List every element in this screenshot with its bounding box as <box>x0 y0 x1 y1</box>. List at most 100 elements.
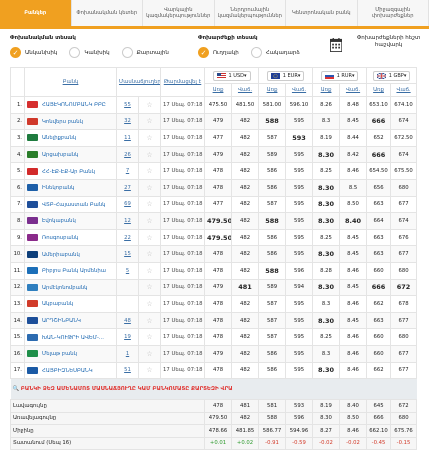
bank-name-cell[interactable]: Կոնվերս բանկ <box>24 112 117 131</box>
bank-name-cell[interactable]: ՎՏԲ-Հայաստան Բանկ <box>24 195 117 214</box>
tab-6[interactable]: Միջազգային փոխարժեքներ <box>357 0 429 26</box>
currency-selector-eur[interactable]: 1 EUR ▾ <box>258 67 314 84</box>
branches-count[interactable] <box>116 295 139 313</box>
branches-count[interactable]: 15 <box>116 245 139 263</box>
bank-column-header[interactable]: Բանկ <box>24 67 117 97</box>
branches-count[interactable]: 48 <box>116 311 139 330</box>
tab-3[interactable]: Վարկային կազմակերպություններ <box>143 0 215 26</box>
favorite-star-icon[interactable]: ☆ <box>137 311 162 330</box>
bank-name-cell[interactable]: ՀԱՅԷԿՈՆՈՄԲԱՆԿ ԲԲԸ <box>24 96 117 114</box>
favorite-star-icon[interactable]: ☆ <box>137 162 162 180</box>
calculator-link[interactable]: Փոխարժեքների հեշտ հաշվարկ <box>330 35 429 53</box>
rate-type-option-1[interactable]: ✓ Ուղղակի <box>198 47 239 58</box>
currency-dropdown[interactable]: 1 EUR ▾ <box>266 70 305 81</box>
table-row[interactable]: 10. Ամերիաբանկ 15 ☆ 17 Սեպ. 07:18 478 482 586 59… <box>10 245 418 263</box>
table-row[interactable]: 8. Էվոկաբանկ 12 ☆ 17 Սեպ. 07:18 479.50 482 588 5… <box>10 212 418 230</box>
bank-name-cell[interactable]: ՀՀ-ԷՔ-ԷՔ-Ար Բանկ <box>24 162 117 180</box>
map-link-text[interactable]: ԲԱՆԿԻ ՁԵԶ ԱՄԵՆԱՄՈՏ ՄԱՍՆԱՃՅՈՒՂԸ ԿԱՄ ԲԱՆԿՈ… <box>21 386 233 392</box>
table-row[interactable]: 16. Մելաթ բանկ 1 ☆ 17 Սեպ. 07:18 479 482 586 595… <box>10 344 418 363</box>
favorite-star-icon[interactable]: ☆ <box>137 112 162 131</box>
table-row[interactable]: 6. Ինեկոբանկ 27 ☆ 17 Սեպ. 07:18 478 482 586 595 8… <box>10 178 418 197</box>
currency-dropdown[interactable]: 1 USD ▾ <box>212 70 251 81</box>
tab-1[interactable]: Բանկեր <box>0 0 72 26</box>
tab-5[interactable]: Կենտրոնական բանկ <box>286 0 358 26</box>
sell-column-header[interactable]: Վաճ. <box>285 83 314 97</box>
favorite-star-icon[interactable]: ☆ <box>137 295 162 313</box>
table-row[interactable]: 11. Բիբլոս Բանկ Արմենիա 5 ☆ 17 Սեպ. 07:18 478… <box>10 261 418 280</box>
buy-column-header[interactable]: Առք <box>366 83 392 97</box>
tab-4[interactable]: Ներդրումային կազմակերպություններ <box>214 0 286 26</box>
map-banner-row[interactable]: 🔍 ԲԱՆԿԻ ՁԵԶ ԱՄԵՆԱՄՈՏ ՄԱՍՆԱՃՅՈՒՂԸ ԿԱՄ ԲԱՆ… <box>10 378 417 400</box>
table-row[interactable]: 2. Կոնվերս բանկ 32 ☆ 17 Սեպ. 07:18 479 482 588 5… <box>10 112 418 131</box>
bank-name-cell[interactable]: Էվոկաբանկ <box>24 212 117 230</box>
branches-count[interactable]: 11 <box>116 129 139 147</box>
branches-count[interactable]: 7 <box>116 162 139 180</box>
rate-type-option-2[interactable]: Հակադարձ <box>250 47 300 58</box>
exchange-type-option-1[interactable]: ✓ Անկանխիկ <box>10 47 57 58</box>
branches-count[interactable]: 69 <box>116 195 139 214</box>
map-banner[interactable]: 🔍 ԲԱՆԿԻ ՁԵԶ ԱՄԵՆԱՄՈՏ ՄԱՍՆԱՃՅՈՒՂԸ ԿԱՄ ԲԱՆ… <box>10 378 417 400</box>
favorite-star-icon[interactable]: ☆ <box>137 145 162 164</box>
table-row[interactable]: 4. Արցախբանկ 26 ☆ 17 Սեպ. 07:18 479 482 589 595 8… <box>10 145 418 164</box>
bank-name-cell[interactable]: Մելաթ բանկ <box>24 344 117 363</box>
favorite-star-icon[interactable]: ☆ <box>137 212 162 230</box>
currency-dropdown[interactable]: 1 RUR ▾ <box>320 70 359 81</box>
exchange-type-option-2[interactable]: Կանխիկ <box>69 47 110 58</box>
branches-count[interactable]: 51 <box>116 361 139 380</box>
branches-count[interactable]: 32 <box>116 112 139 131</box>
table-row[interactable]: 3. Անելիքբանկ 11 ☆ 17 Սեպ. 07:18 477 482 587 593… <box>10 129 418 147</box>
table-row[interactable]: 15. ԽԱՆ-ԿՈՒԹՐԻ ԱՎԵՄ-... 19 ☆ 17 Սեպ. 07:18 47… <box>10 328 418 346</box>
currency-selector-rur[interactable]: 1 RUR ▾ <box>312 67 368 84</box>
bank-name-cell[interactable]: Ամերիաբանկ <box>24 245 117 263</box>
bank-name-cell[interactable]: ԽԱՆ-ԿՈՒԹՐԻ ԱՎԵՄ-... <box>24 328 117 346</box>
favorite-star-icon[interactable]: ☆ <box>137 361 162 380</box>
favorite-star-icon[interactable]: ☆ <box>137 178 162 197</box>
table-row[interactable]: 12. Արմէկոնոմբանկ ☆ 17 Սեպ. 07:18 479 481 589 5… <box>10 278 418 297</box>
branches-count[interactable]: 5 <box>116 261 139 280</box>
sell-column-header[interactable]: Վաճ. <box>231 83 260 97</box>
branches-count[interactable]: 26 <box>116 145 139 164</box>
branches-column-header[interactable]: Մասնաճյուղեր <box>115 67 162 97</box>
bank-name-cell[interactable]: Ռոսգոսբանկ <box>24 228 117 247</box>
table-row[interactable]: 17. ՀԱՅԲԻԶՆԵՍԲԱՆԿ 51 ☆ 17 Սեպ. 07:18 478 482 58… <box>10 361 418 380</box>
table-row[interactable]: 14. ԱՐԴՇԻՆԲԱՆԿ 48 ☆ 17 Սեպ. 07:18 478 482 587 59… <box>10 311 418 330</box>
currency-selector-gbp[interactable]: 1 GBP ▾ <box>366 67 418 84</box>
currency-dropdown[interactable]: 1 GBP ▾ <box>372 70 411 81</box>
sell-column-header[interactable]: Վաճ. <box>390 83 418 97</box>
branches-count[interactable] <box>116 278 139 297</box>
favorite-star-icon[interactable]: ☆ <box>137 129 162 147</box>
branches-count[interactable]: 22 <box>116 228 139 247</box>
favorite-star-icon[interactable]: ☆ <box>137 328 162 346</box>
branches-count[interactable]: 27 <box>116 178 139 197</box>
table-row[interactable]: 5. ՀՀ-ԷՔ-ԷՔ-Ար Բանկ 7 ☆ 17 Սեպ. 07:18 478 482 5… <box>10 162 418 180</box>
tab-2[interactable]: Փոխանակման կետեր <box>71 0 143 26</box>
favorite-star-icon[interactable]: ☆ <box>137 261 162 280</box>
buy-column-header[interactable]: Առք <box>204 83 233 97</box>
exchange-type-option-3[interactable]: Քարտային <box>121 47 169 58</box>
favorite-star-icon[interactable]: ☆ <box>137 344 162 363</box>
updated-column-header[interactable]: Թարմացվել է <box>160 67 206 97</box>
bank-name-cell[interactable]: Ինեկոբանկ <box>24 178 117 197</box>
bank-name-cell[interactable]: Արցախբանկ <box>24 145 117 164</box>
branches-count[interactable]: 55 <box>116 96 139 114</box>
bank-name-cell[interactable]: Արմէկոնոմբանկ <box>24 278 117 297</box>
favorite-star-icon[interactable]: ☆ <box>137 96 162 114</box>
currency-selector-usd[interactable]: 1 USD ▾ <box>204 67 260 84</box>
table-row[interactable]: 1. ՀԱՅԷԿՈՆՈՄԲԱՆԿ ԲԲԸ 55 ☆ 17 Սեպ. 07:18 475.5… <box>10 96 418 114</box>
sell-column-header[interactable]: Վաճ. <box>339 83 368 97</box>
bank-name-cell[interactable]: ՀԱՅԲԻԶՆԵՍԲԱՆԿ <box>24 361 117 380</box>
branches-count[interactable]: 1 <box>116 344 139 363</box>
branches-count[interactable]: 12 <box>116 212 139 230</box>
favorite-star-icon[interactable]: ☆ <box>137 195 162 214</box>
bank-name-cell[interactable]: Ակբաբանկ <box>24 295 117 313</box>
table-row[interactable]: 7. ՎՏԲ-Հայաստան Բանկ 69 ☆ 17 Սեպ. 07:18 477 48… <box>10 195 418 214</box>
table-row[interactable]: 13. Ակբաբանկ ☆ 17 Սեպ. 07:18 478 482 587 595 8.3… <box>10 295 418 313</box>
branches-count[interactable]: 19 <box>116 328 139 346</box>
buy-column-header[interactable]: Առք <box>258 83 287 97</box>
favorite-star-icon[interactable]: ☆ <box>137 228 162 247</box>
favorite-star-icon[interactable]: ☆ <box>137 245 162 263</box>
bank-name-cell[interactable]: Անելիքբանկ <box>24 129 117 147</box>
favorite-star-icon[interactable]: ☆ <box>137 278 162 297</box>
bank-name-cell[interactable]: Բիբլոս Բանկ Արմենիա <box>24 261 117 280</box>
buy-column-header[interactable]: Առք <box>312 83 341 97</box>
